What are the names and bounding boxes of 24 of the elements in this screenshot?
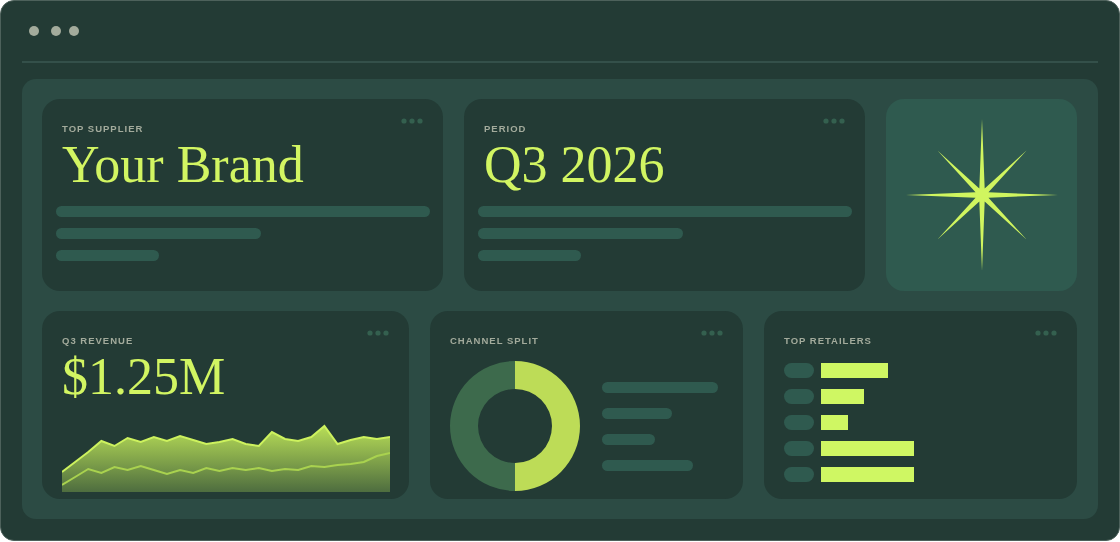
card-value: $1.25M [62,348,227,406]
label-placeholder [784,415,814,430]
label-placeholder [784,441,814,456]
bar [821,389,864,404]
label-placeholder [784,467,814,482]
placeholder-line [602,433,655,445]
window-dots-icon [29,26,79,36]
label-placeholder [784,389,814,404]
more-icon[interactable] [367,330,389,336]
more-icon[interactable] [701,330,723,336]
card-label: Q3 REVENUE [62,335,135,347]
card-value: Q3 2026 [484,136,666,194]
more-icon[interactable] [1035,330,1057,336]
bar [821,363,888,378]
more-icon[interactable] [401,118,423,124]
card-label: TOP SUPPLIER [62,123,145,135]
card-label: PERIOD [484,123,528,135]
card-value: Your Brand [62,136,305,194]
more-icon[interactable] [823,118,845,124]
card-label: TOP RETAILERS [784,335,873,347]
card-label: CHANNEL SPLIT [450,335,540,347]
bar [821,415,848,430]
placeholder-line [602,407,672,419]
label-placeholder [784,363,814,378]
